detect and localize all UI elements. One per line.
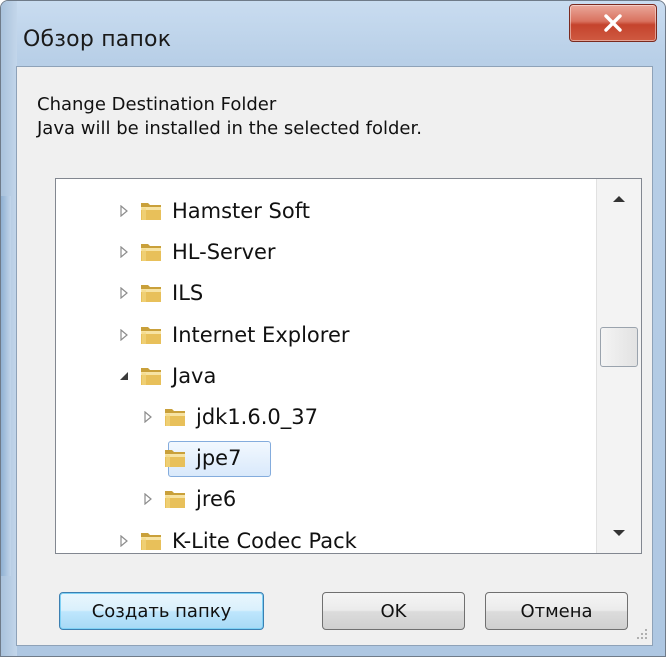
tree-item-label: Internet Explorer xyxy=(172,322,350,347)
arrow-up-icon xyxy=(613,196,625,202)
folder-icon xyxy=(138,364,164,388)
folder-icon xyxy=(162,446,188,470)
tree-item-label: Hamster Soft xyxy=(172,199,310,223)
scroll-down-button[interactable] xyxy=(597,513,641,553)
expander-placeholder xyxy=(138,448,158,468)
tree-item[interactable]: Java xyxy=(114,358,216,394)
tree-item-label: HL-Server xyxy=(172,240,276,265)
ok-button[interactable]: OK xyxy=(322,592,465,630)
tree-item-label: K-Lite Codec Pack xyxy=(172,528,357,553)
tree-item-label: jre6 xyxy=(196,487,237,512)
tree-item-label: ILS xyxy=(172,281,204,306)
tree-item-label: jdk1.6.0_37 xyxy=(196,405,318,429)
scroll-up-button[interactable] xyxy=(597,179,641,219)
tree-item[interactable]: HL-Server xyxy=(114,234,276,270)
folder-icon xyxy=(138,281,164,305)
window-left-frame xyxy=(1,1,17,656)
folder-icon xyxy=(138,199,164,223)
folder-icon xyxy=(162,487,188,511)
vertical-scrollbar[interactable] xyxy=(596,179,641,553)
expand-arrow-icon[interactable] xyxy=(114,531,134,551)
expand-arrow-icon[interactable] xyxy=(114,325,134,345)
folder-icon xyxy=(138,323,164,347)
close-button[interactable] xyxy=(569,4,657,42)
arrow-down-icon xyxy=(613,530,625,536)
tree-item[interactable]: jre6 xyxy=(138,481,236,517)
dialog-description: Change Destination Folder Java will be i… xyxy=(37,93,422,141)
window-title: Обзор папок xyxy=(23,27,172,52)
expand-arrow-icon[interactable] xyxy=(138,489,158,509)
folder-icon xyxy=(162,405,188,429)
collapse-arrow-icon[interactable] xyxy=(114,366,134,386)
resize-grip-icon[interactable] xyxy=(636,628,648,640)
tree-item[interactable]: Internet Explorer xyxy=(114,317,350,353)
expand-arrow-icon[interactable] xyxy=(138,407,158,427)
cancel-button[interactable]: Отмена xyxy=(485,592,628,630)
expand-arrow-icon[interactable] xyxy=(114,201,134,221)
tree-item[interactable]: jpe7 xyxy=(138,440,271,478)
tree-item[interactable]: ILS xyxy=(114,275,203,311)
description-heading: Change Destination Folder xyxy=(37,94,277,115)
folder-tree[interactable]: Hamster Soft HL-Server ILS Internet Explore… xyxy=(55,178,642,554)
new-folder-button[interactable]: Создать папку xyxy=(59,592,264,630)
tree-item-label: Java xyxy=(172,363,217,388)
close-icon xyxy=(604,14,622,32)
tree-item[interactable]: jdk1.6.0_37 xyxy=(138,399,318,435)
tree-item[interactable]: Hamster Soft xyxy=(114,193,310,229)
tree-item-label: jpe7 xyxy=(196,446,242,471)
expand-arrow-icon[interactable] xyxy=(114,283,134,303)
expand-arrow-icon[interactable] xyxy=(114,242,134,262)
folder-icon xyxy=(138,240,164,264)
description-text: Java will be installed in the selected f… xyxy=(37,118,422,139)
folder-icon xyxy=(138,529,164,553)
scroll-thumb[interactable] xyxy=(600,327,638,367)
frame-streak xyxy=(1,196,11,576)
tree-item[interactable]: K-Lite Codec Pack xyxy=(114,523,357,553)
